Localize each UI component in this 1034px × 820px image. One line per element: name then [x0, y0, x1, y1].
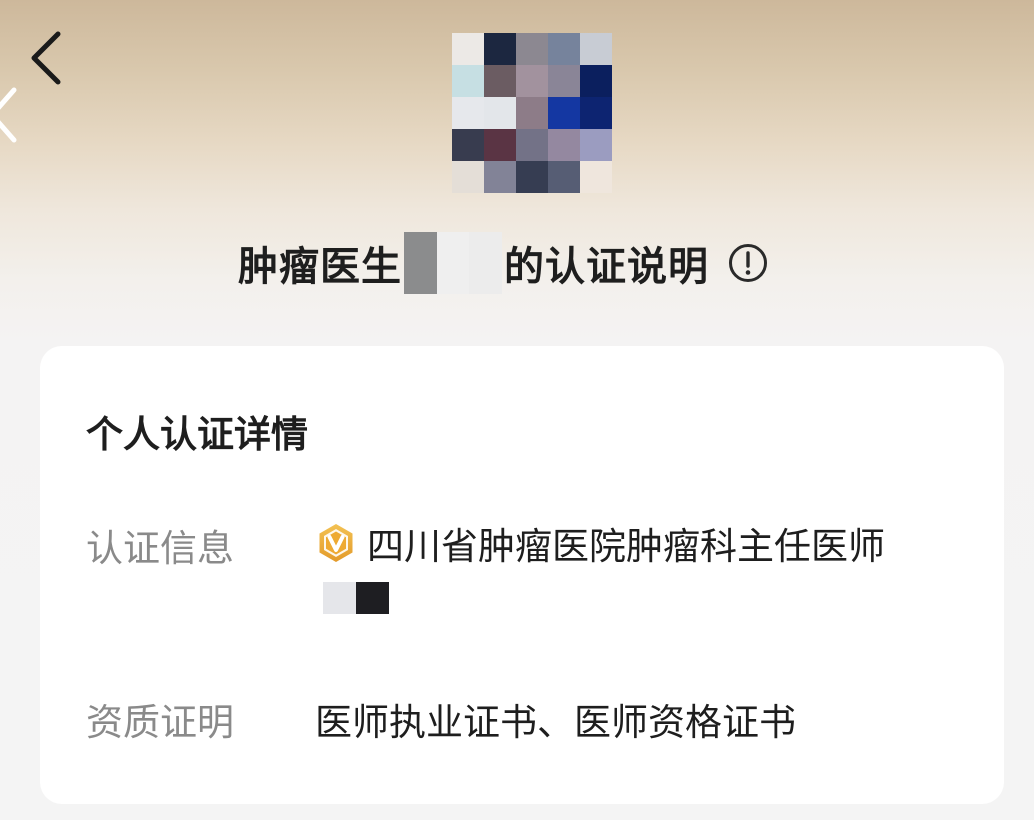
avatar-pixel [452, 97, 484, 129]
title-suffix: 的认证说明 [504, 244, 709, 290]
edge-chevron-icon [0, 87, 17, 143]
name-redaction-pixel [323, 582, 356, 614]
verified-v-badge-icon [319, 524, 353, 562]
certification-card: 个人认证详情 认证信息 四川省肿瘤医院肿瘤科主任医师 资质证明 医师执业证书、医… [40, 346, 1004, 804]
avatar-pixel [452, 33, 484, 65]
title-redaction-pixel [436, 232, 470, 294]
card-title: 个人认证详情 [86, 413, 308, 456]
swipe-back-edge-chevron [0, 86, 18, 144]
avatar-pixel [452, 161, 484, 193]
avatar-pixel [580, 161, 612, 193]
avatar-pixel [580, 129, 612, 161]
title-prefix: 肿瘤医生 [238, 244, 402, 290]
title-redaction-pixel [404, 232, 437, 294]
avatar-pixel [516, 65, 548, 97]
avatar-pixel [484, 97, 516, 129]
avatar-pixel [548, 129, 580, 161]
certification-info-text: 四川省肿瘤医院肿瘤科主任医师 [367, 525, 885, 568]
row-value-qualification: 医师执业证书、医师资格证书 [315, 701, 796, 744]
avatar [452, 33, 612, 193]
avatar-pixel [452, 65, 484, 97]
name-redaction-pixel [356, 582, 389, 614]
avatar-pixel [548, 65, 580, 97]
avatar-pixel [484, 65, 516, 97]
chevron-left-icon [31, 31, 61, 85]
avatar-pixel [548, 97, 580, 129]
page-title: 肿瘤医生 的认证说明 [238, 232, 769, 294]
redacted-name [323, 582, 389, 614]
avatar-pixel [580, 97, 612, 129]
avatar-pixel [580, 33, 612, 65]
avatar-pixel [516, 97, 548, 129]
row-value-certification-info: 四川省肿瘤医院肿瘤科主任医师 [315, 516, 885, 570]
avatar-pixel [516, 161, 548, 193]
avatar-pixel [484, 129, 516, 161]
avatar-pixel [580, 65, 612, 97]
avatar-pixel [484, 161, 516, 193]
back-button[interactable] [22, 28, 78, 88]
avatar-pixel [548, 161, 580, 193]
avatar-pixel [452, 129, 484, 161]
avatar-pixel [548, 33, 580, 65]
title-redaction-pixel [469, 232, 503, 294]
row-label-qualification: 资质证明 [86, 701, 234, 744]
avatar-pixel [484, 33, 516, 65]
avatar-pixel [516, 33, 548, 65]
title-name-redacted [404, 232, 503, 294]
info-circle-icon[interactable] [727, 242, 769, 284]
row-label-certification-info: 认证信息 [86, 527, 234, 570]
avatar-pixel [516, 129, 548, 161]
